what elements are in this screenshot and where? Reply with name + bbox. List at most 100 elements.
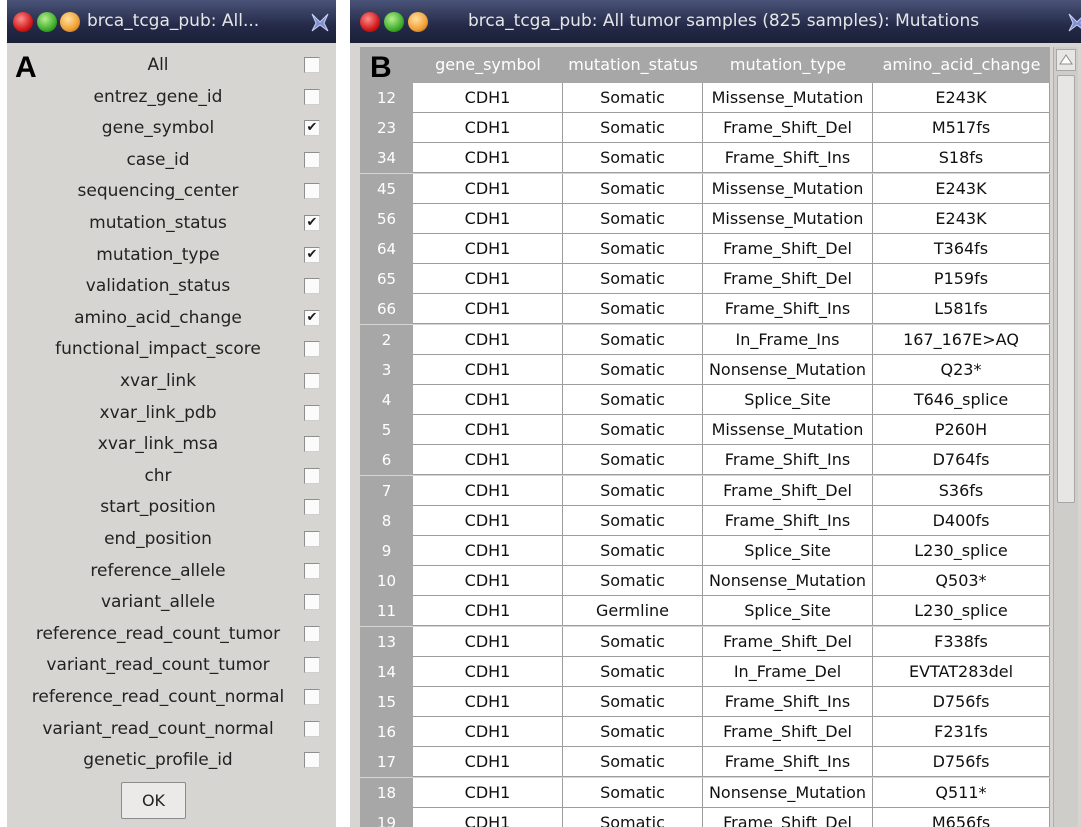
cell-mutation-status[interactable]: Somatic — [563, 294, 703, 325]
column-option[interactable]: mutation_type ✔ — [7, 240, 336, 271]
row-index[interactable]: 12 — [360, 83, 413, 113]
column-option[interactable]: All — [7, 50, 336, 81]
column-option[interactable]: validation_status — [7, 271, 336, 302]
cell-mutation-status[interactable]: Somatic — [563, 717, 703, 748]
cell-amino-acid-change[interactable]: M517fs — [873, 113, 1050, 144]
row-index[interactable]: 2 — [360, 324, 413, 355]
title-bar[interactable]: brca_tcga_pub: All... — [7, 0, 336, 43]
cell-gene-symbol[interactable]: CDH1 — [413, 415, 563, 446]
cell-mutation-type[interactable]: Splice_Site — [703, 536, 873, 566]
cell-mutation-status[interactable]: Somatic — [563, 807, 703, 827]
column-checkbox[interactable]: ✔ — [304, 120, 320, 137]
cell-mutation-status[interactable]: Somatic — [563, 415, 703, 446]
cell-mutation-status[interactable]: Somatic — [563, 264, 703, 295]
cell-mutation-type[interactable]: In_Frame_Ins — [703, 324, 873, 355]
cell-gene-symbol[interactable]: CDH1 — [413, 505, 563, 536]
row-index[interactable]: 64 — [360, 234, 413, 264]
column-checkbox[interactable]: ✔ — [304, 309, 320, 326]
row-index[interactable]: 3 — [360, 354, 413, 385]
cell-mutation-status[interactable]: Somatic — [563, 143, 703, 174]
table-row[interactable]: 13 CDH1 Somatic Frame_Shift_Del F338fs — [360, 626, 1050, 657]
table-row[interactable]: 45 CDH1 Somatic Missense_Mutation E243K — [360, 173, 1050, 204]
table-row[interactable]: 5 CDH1 Somatic Missense_Mutation P260H — [360, 415, 1050, 446]
cell-gene-symbol[interactable]: CDH1 — [413, 324, 563, 355]
cell-gene-symbol[interactable]: CDH1 — [413, 596, 563, 627]
column-option[interactable]: genetic_profile_id — [7, 745, 336, 776]
cell-mutation-type[interactable]: Frame_Shift_Del — [703, 475, 873, 506]
cell-amino-acid-change[interactable]: S18fs — [873, 143, 1050, 174]
vertical-scrollbar[interactable] — [1053, 47, 1078, 827]
row-index[interactable]: 6 — [360, 445, 413, 476]
row-index[interactable]: 7 — [360, 475, 413, 506]
row-index[interactable]: 4 — [360, 385, 413, 415]
row-index[interactable]: 56 — [360, 203, 413, 234]
cell-gene-symbol[interactable]: CDH1 — [413, 173, 563, 204]
cell-mutation-status[interactable]: Somatic — [563, 747, 703, 778]
cell-mutation-status[interactable]: Somatic — [563, 656, 703, 687]
ok-button[interactable]: OK — [121, 782, 186, 819]
table-row[interactable]: 4 CDH1 Somatic Splice_Site T646_splice — [360, 385, 1050, 415]
cell-mutation-type[interactable]: Frame_Shift_Del — [703, 234, 873, 264]
cell-amino-acid-change[interactable]: Q23* — [873, 354, 1050, 385]
table-row[interactable]: 66 CDH1 Somatic Frame_Shift_Ins L581fs — [360, 294, 1050, 325]
cell-amino-acid-change[interactable]: D756fs — [873, 747, 1050, 778]
table-row[interactable]: 16 CDH1 Somatic Frame_Shift_Del F231fs — [360, 717, 1050, 748]
cell-mutation-type[interactable]: Missense_Mutation — [703, 415, 873, 446]
cell-amino-acid-change[interactable]: Q503* — [873, 566, 1050, 597]
cell-mutation-type[interactable]: Splice_Site — [703, 596, 873, 627]
row-index[interactable]: 65 — [360, 264, 413, 295]
cell-mutation-type[interactable]: Frame_Shift_Ins — [703, 747, 873, 778]
cell-mutation-type[interactable]: Missense_Mutation — [703, 203, 873, 234]
table-row[interactable]: 19 CDH1 Somatic Frame_Shift_Del M656fs — [360, 807, 1050, 827]
table-row[interactable]: 14 CDH1 Somatic In_Frame_Del EVTAT283del — [360, 656, 1050, 687]
table-row[interactable]: 15 CDH1 Somatic Frame_Shift_Ins D756fs — [360, 687, 1050, 717]
row-index[interactable]: 45 — [360, 173, 413, 204]
column-checkbox[interactable] — [304, 531, 320, 547]
cell-gene-symbol[interactable]: CDH1 — [413, 143, 563, 174]
column-option[interactable]: functional_impact_score — [7, 334, 336, 365]
row-index[interactable]: 5 — [360, 415, 413, 446]
cell-amino-acid-change[interactable]: M656fs — [873, 807, 1050, 827]
cell-gene-symbol[interactable]: CDH1 — [413, 354, 563, 385]
header-gene-symbol[interactable]: gene_symbol — [413, 47, 563, 83]
table-row[interactable]: 9 CDH1 Somatic Splice_Site L230_splice — [360, 536, 1050, 566]
cell-mutation-type[interactable]: Frame_Shift_Del — [703, 807, 873, 827]
cell-amino-acid-change[interactable]: S36fs — [873, 475, 1050, 506]
cell-gene-symbol[interactable]: CDH1 — [413, 566, 563, 597]
cell-amino-acid-change[interactable]: D400fs — [873, 505, 1050, 536]
column-checkbox[interactable] — [304, 657, 320, 674]
row-index[interactable]: 13 — [360, 626, 413, 657]
column-option[interactable]: mutation_status ✔ — [7, 208, 336, 239]
column-checkbox[interactable] — [304, 467, 320, 484]
cell-mutation-type[interactable]: Missense_Mutation — [703, 83, 873, 113]
table-row[interactable]: 65 CDH1 Somatic Frame_Shift_Del P159fs — [360, 264, 1050, 295]
cell-gene-symbol[interactable]: CDH1 — [413, 777, 563, 808]
column-option[interactable]: variant_read_count_tumor — [7, 650, 336, 681]
column-option[interactable]: xvar_link_pdb — [7, 398, 336, 429]
table-row[interactable]: 10 CDH1 Somatic Nonsense_Mutation Q503* — [360, 566, 1050, 597]
cell-amino-acid-change[interactable]: 167_167E>AQ — [873, 324, 1050, 355]
cell-amino-acid-change[interactable]: L230_splice — [873, 596, 1050, 627]
column-checkbox[interactable] — [304, 278, 320, 295]
cell-mutation-status[interactable]: Somatic — [563, 475, 703, 506]
cell-gene-symbol[interactable]: CDH1 — [413, 807, 563, 827]
table-row[interactable]: 23 CDH1 Somatic Frame_Shift_Del M517fs — [360, 113, 1050, 144]
cell-amino-acid-change[interactable]: T646_splice — [873, 385, 1050, 415]
cell-mutation-status[interactable]: Somatic — [563, 83, 703, 113]
column-option[interactable]: gene_symbol ✔ — [7, 113, 336, 144]
table-row[interactable]: 34 CDH1 Somatic Frame_Shift_Ins S18fs — [360, 143, 1050, 174]
maximize-icon[interactable] — [37, 12, 57, 32]
cell-amino-acid-change[interactable]: Q511* — [873, 777, 1050, 808]
column-option[interactable]: case_id — [7, 145, 336, 176]
column-option[interactable]: end_position — [7, 524, 336, 555]
cell-gene-symbol[interactable]: CDH1 — [413, 536, 563, 566]
cell-mutation-type[interactable]: In_Frame_Del — [703, 656, 873, 687]
table-row[interactable]: 2 CDH1 Somatic In_Frame_Ins 167_167E>AQ — [360, 324, 1050, 355]
cell-mutation-status[interactable]: Somatic — [563, 566, 703, 597]
table-row[interactable]: 18 CDH1 Somatic Nonsense_Mutation Q511* — [360, 777, 1050, 808]
column-option[interactable]: xvar_link_msa — [7, 429, 336, 460]
row-index[interactable]: 19 — [360, 807, 413, 827]
cell-mutation-status[interactable]: Somatic — [563, 113, 703, 144]
cell-gene-symbol[interactable]: CDH1 — [413, 445, 563, 476]
cell-amino-acid-change[interactable]: F338fs — [873, 626, 1050, 657]
